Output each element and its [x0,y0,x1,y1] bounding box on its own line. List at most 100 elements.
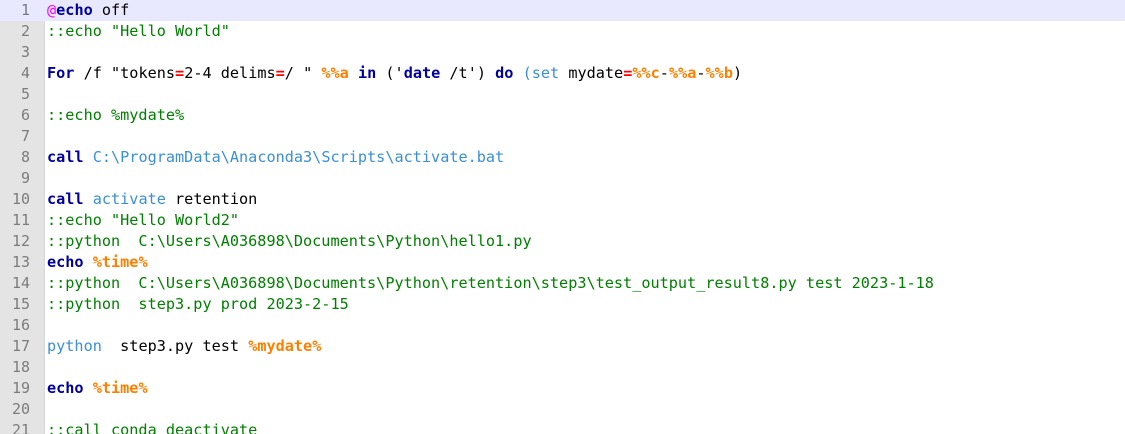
code-line[interactable]: 3 [0,42,1125,63]
code-token: (set [522,64,560,82]
line-number: 13 [11,253,30,271]
line-number: 8 [20,148,30,166]
code-token: date [403,64,441,82]
code-line[interactable]: 4 For /f "tokens=2-4 delims=/ " %%a in ('… [0,63,1125,84]
code-line[interactable]: 19 echo %time% [0,378,1125,399]
code-text[interactable]: ::python C:\Users\A036898\Documents\Pyth… [47,273,934,294]
line-number: 10 [11,190,30,208]
code-line[interactable]: 12::python C:\Users\A036898\Documents\Py… [0,231,1125,252]
code-token: 2-4 delims [184,64,276,82]
code-text[interactable]: echo %time% [47,252,148,273]
code-line[interactable]: 13 echo %time% [0,252,1125,273]
code-token: @ [47,1,57,19]
code-token: off [92,1,130,19]
code-token: %%a [321,64,349,82]
code-token: ::echo %mydate% [47,106,185,124]
line-number: 3 [20,43,30,61]
code-token: ::python C:\Users\A036898\Documents\Pyth… [47,274,934,292]
line-number: 16 [11,316,30,334]
line-number: 14 [11,274,30,292]
line-number: 11 [11,211,30,229]
line-number: 9 [20,169,30,187]
line-number: 5 [20,85,30,103]
code-line[interactable]: 10 call activate retention [0,189,1125,210]
code-line[interactable]: 18 [0,357,1125,378]
code-line[interactable]: 20 [0,399,1125,420]
code-line[interactable]: 7 [0,126,1125,147]
code-token: %%c [632,64,660,82]
code-text[interactable]: python step3.py test %mydate% [47,336,321,357]
code-line[interactable]: 5 [0,84,1125,105]
code-line[interactable]: 8 call C:\ProgramData\Anaconda3\Scripts\a… [0,147,1125,168]
line-number: 2 [20,22,30,40]
line-number: 18 [11,358,30,376]
line-number: 20 [11,400,30,418]
code-token: ::python C:\Users\A036898\Documents\Pyth… [47,232,532,250]
code-text[interactable]: @echo off [47,0,129,21]
code-token: /t') [440,64,496,82]
code-token: - [659,64,669,82]
line-number: 12 [11,232,30,250]
code-text[interactable]: For /f "tokens=2-4 delims=/ " %%a in ('d… [47,63,742,84]
code-token: ::echo "Hello World" [47,22,230,40]
code-token: = [175,64,185,82]
code-line[interactable]: 17 python step3.py test %mydate% [0,336,1125,357]
code-line[interactable]: 15::python step3.py prod 2023-2-15 [0,294,1125,315]
code-line[interactable]: 9 [0,168,1125,189]
code-token: mydate [559,64,624,82]
code-token: /f "tokens [74,64,176,82]
code-token: C:\ProgramData\Anaconda3\Scripts\activat… [92,148,505,166]
code-token: ::python step3.py prod 2023-2-15 [47,295,349,313]
code-text[interactable]: echo %time% [47,378,148,399]
code-text[interactable]: call activate retention [47,189,257,210]
code-token: echo [56,1,93,19]
code-line[interactable]: 16 [0,315,1125,336]
code-editor[interactable]: 1 @echo off 2::echo "Hello World" 3 4 For /f … [0,0,1125,434]
code-token: in [357,64,377,82]
code-lines[interactable]: 1 @echo off 2::echo "Hello World" 3 4 For /f … [0,0,1125,434]
code-token: ::echo "Hello World2" [47,211,240,229]
code-line[interactable]: 11::echo "Hello World2" [0,210,1125,231]
code-token: = [275,64,285,82]
line-number: 4 [20,64,30,82]
code-token: ) [732,64,743,82]
code-token: For [47,64,75,82]
code-token: %time% [92,379,148,397]
code-token: / " [284,64,322,82]
code-token: step3.py test [101,337,249,355]
code-text[interactable]: ::echo %mydate% [47,105,184,126]
code-token: echo [47,253,84,271]
code-token: echo [47,379,84,397]
code-line[interactable]: 6::echo %mydate% [0,105,1125,126]
code-line[interactable]: 14::python C:\Users\A036898\Documents\Py… [0,273,1125,294]
code-token: python [47,337,102,355]
line-number: 17 [11,337,30,355]
code-text[interactable]: ::python step3.py prod 2023-2-15 [47,294,349,315]
code-text[interactable]: ::echo "Hello World" [47,21,230,42]
line-number: 19 [11,379,30,397]
code-token: %%b [705,64,733,82]
code-token: %%a [668,64,697,82]
code-token: %time% [92,253,148,271]
code-token: ::call conda deactivate [47,421,258,434]
code-line[interactable]: 1 @echo off [0,0,1125,21]
code-text[interactable]: ::python C:\Users\A036898\Documents\Pyth… [47,231,532,252]
code-text[interactable]: call C:\ProgramData\Anaconda3\Scripts\ac… [47,147,504,168]
code-line[interactable]: 2::echo "Hello World" [0,21,1125,42]
code-text[interactable]: ::call conda deactivate [47,420,257,434]
code-text[interactable]: ::echo "Hello World2" [47,210,239,231]
code-token: call [47,190,84,208]
code-token: do [495,64,514,82]
code-token: activate [92,190,166,208]
code-token: (' [376,64,404,82]
line-number: 6 [20,106,30,124]
line-number: 15 [11,295,30,313]
line-number: 7 [20,127,30,145]
code-line[interactable]: 21::call conda deactivate [0,420,1125,434]
